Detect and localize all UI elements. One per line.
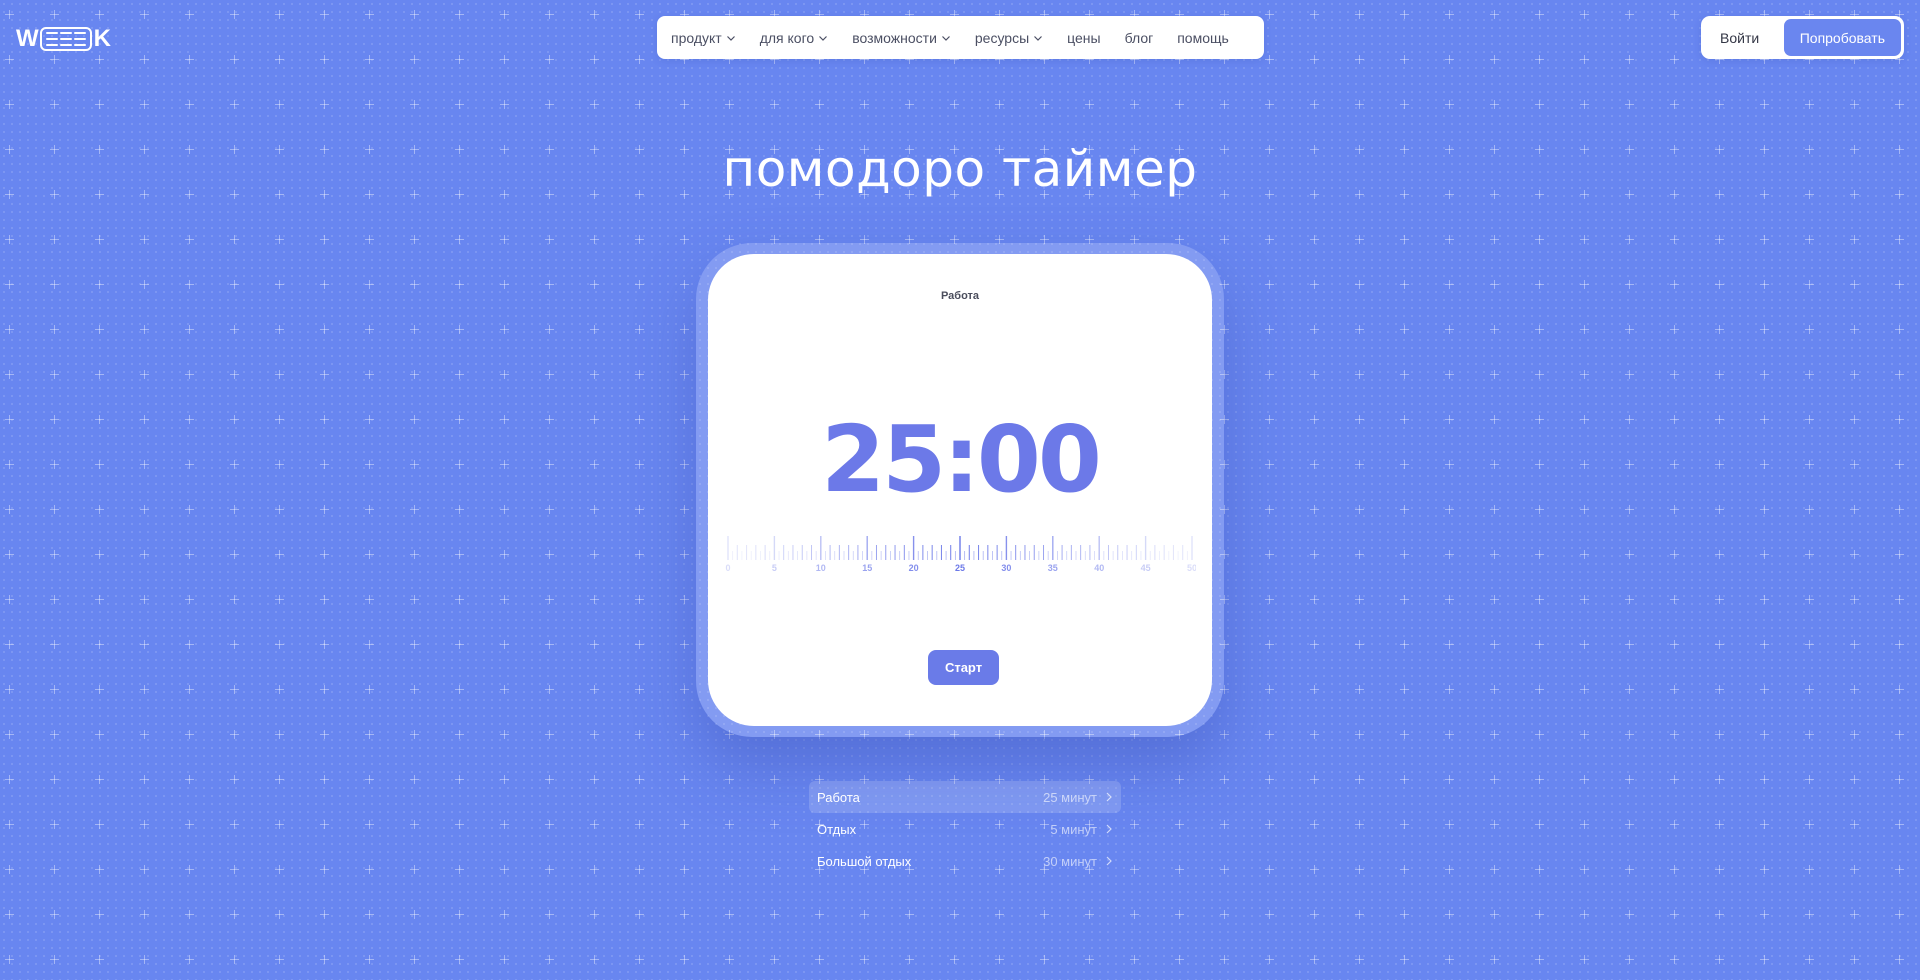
chevron-right-icon xyxy=(1106,824,1112,834)
mode-item-break[interactable]: Отдых 5 минут xyxy=(809,813,1121,845)
mode-item-work[interactable]: Работа 25 минут xyxy=(809,781,1121,813)
ruler-label: 10 xyxy=(816,563,826,573)
chevron-right-icon xyxy=(1106,792,1112,802)
mode-duration: 5 минут xyxy=(1050,821,1097,837)
nav-item-label: помощь xyxy=(1177,29,1229,46)
nav-item-help[interactable]: помощь xyxy=(1165,16,1241,59)
ruler-label: 5 xyxy=(772,563,777,573)
mode-duration: 25 минут xyxy=(1043,789,1097,805)
nav-item-pricing[interactable]: цены xyxy=(1055,16,1112,59)
ruler-label: 35 xyxy=(1048,563,1058,573)
logo-letter-k: K xyxy=(93,25,111,52)
timer-mode-label: Работа xyxy=(940,290,980,302)
chevron-down-icon xyxy=(726,35,735,41)
timer-card: Работа 25:00 0 5 10 15 20 25 30 35 40 45 50 Старт xyxy=(708,254,1212,726)
nav-item-label: блог xyxy=(1124,29,1154,46)
try-button[interactable]: Попробовать xyxy=(1783,19,1901,56)
logo-letter-w: W xyxy=(16,25,39,52)
nav-item-resources[interactable]: ресурсы xyxy=(963,16,1055,59)
nav-item-blog[interactable]: блог xyxy=(1113,16,1166,59)
nav-item-label: ресурсы xyxy=(974,29,1030,46)
start-button[interactable]: Старт xyxy=(928,650,999,685)
ruler-label: 45 xyxy=(1141,563,1151,573)
nav-item-label: продукт xyxy=(671,29,722,46)
minutes-ruler[interactable]: 0 5 10 15 20 25 30 35 40 45 50 xyxy=(724,534,1196,574)
chevron-right-icon xyxy=(1106,856,1112,866)
main-nav: продукт для кого возможности ресурсы цен… xyxy=(657,16,1264,59)
mode-name: Работа xyxy=(817,789,860,805)
nav-item-label: для кого xyxy=(759,29,815,46)
mode-duration: 30 минут xyxy=(1043,853,1097,869)
page-title: помодоро таймер xyxy=(722,140,1198,198)
chevron-down-icon xyxy=(1034,35,1043,41)
chevron-down-icon xyxy=(819,35,828,41)
login-button[interactable]: Войти xyxy=(1704,19,1775,56)
mode-name: Отдых xyxy=(817,821,857,837)
ruler-label: 40 xyxy=(1094,563,1104,573)
ruler-label: 0 xyxy=(725,563,730,573)
mode-list: Работа 25 минут Отдых 5 минут Большой от… xyxy=(809,781,1121,877)
nav-item-label: возможности xyxy=(852,29,937,46)
weeek-logo[interactable]: W K xyxy=(16,25,111,52)
timer-display: 25:00 xyxy=(821,406,1102,513)
ruler-label: 25 xyxy=(955,563,965,573)
logo-boxes-icon xyxy=(39,27,92,51)
auth-box: Войти Попробовать xyxy=(1701,16,1904,59)
nav-item-label: цены xyxy=(1067,29,1101,46)
ruler-label: 20 xyxy=(909,563,919,573)
nav-item-for-whom[interactable]: для кого xyxy=(748,16,840,59)
ruler-label: 50 xyxy=(1187,563,1196,573)
mode-item-long-break[interactable]: Большой отдых 30 минут xyxy=(809,845,1121,877)
ruler-label: 30 xyxy=(1001,563,1011,573)
chevron-down-icon xyxy=(941,35,950,41)
mode-name: Большой отдых xyxy=(817,853,912,869)
ruler-label: 15 xyxy=(862,563,872,573)
nav-item-product[interactable]: продукт xyxy=(671,16,748,59)
nav-item-features[interactable]: возможности xyxy=(840,16,963,59)
